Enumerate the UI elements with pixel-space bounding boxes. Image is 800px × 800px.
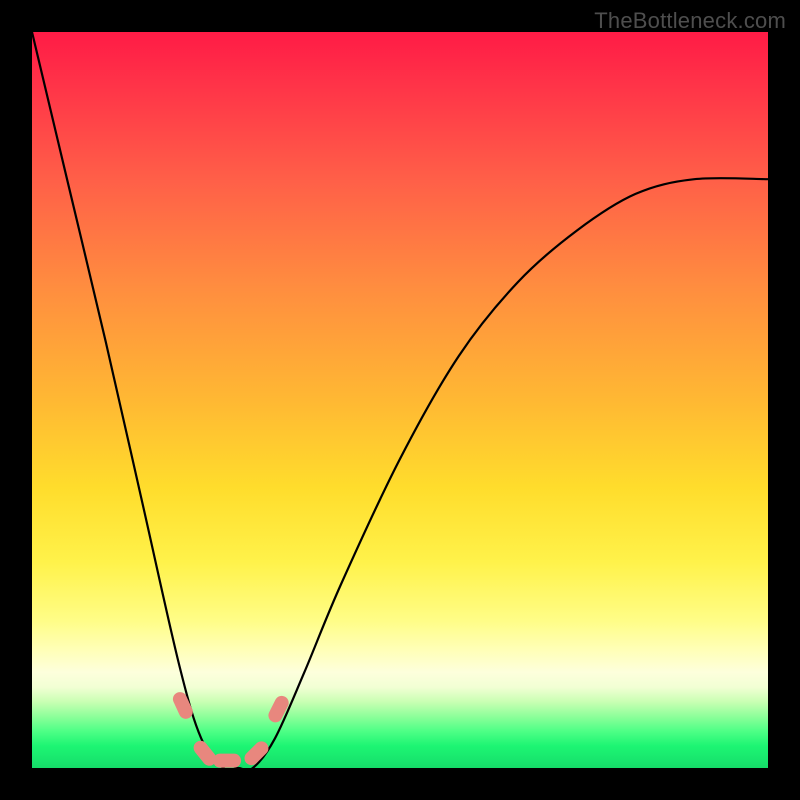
- curve-marker: [171, 690, 195, 721]
- curve-layer: [32, 32, 768, 768]
- plot-area: [32, 32, 768, 768]
- curve-marker: [266, 693, 291, 724]
- watermark-text: TheBottleneck.com: [594, 8, 786, 34]
- curve-markers: [171, 690, 291, 768]
- bottleneck-curve: [32, 32, 768, 768]
- curve-marker: [213, 754, 241, 768]
- chart-frame: TheBottleneck.com: [0, 0, 800, 800]
